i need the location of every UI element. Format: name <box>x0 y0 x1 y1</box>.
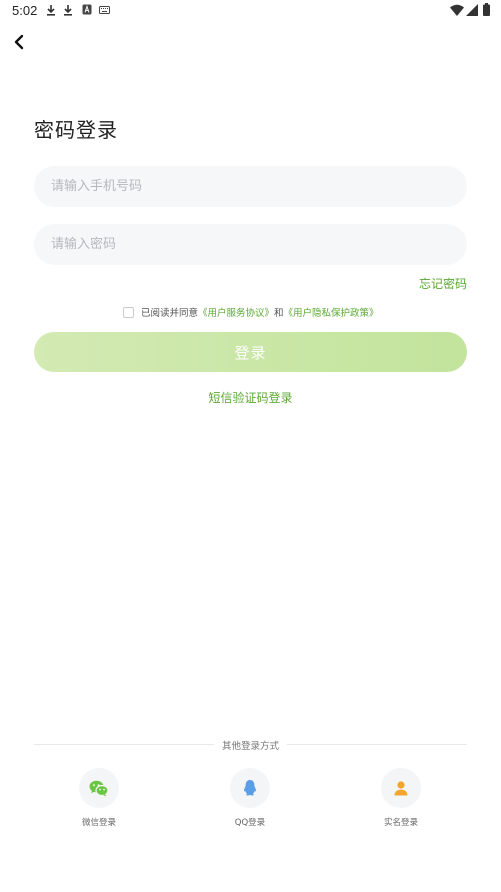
keyboard-icon <box>99 6 110 14</box>
wechat-login-option[interactable]: 微信登录 <box>54 768 144 828</box>
chevron-left-icon <box>14 34 24 50</box>
agreement-row: 已阅读并同意 《用户服务协议》 和 《用户隐私保护政策》 <box>123 305 379 319</box>
qq-login-label: QQ登录 <box>234 818 266 828</box>
qq-login-button[interactable] <box>230 768 270 808</box>
status-bar: 5:02 <box>0 0 501 22</box>
service-agreement-link[interactable]: 《用户服务协议》 <box>198 305 274 319</box>
sms-login-row: 短信验证码登录 <box>0 389 501 406</box>
agreement-checkbox[interactable] <box>123 306 134 318</box>
status-time: 5:02 <box>12 3 38 18</box>
qq-icon <box>243 780 257 796</box>
privacy-policy-link[interactable]: 《用户隐私保护政策》 <box>284 305 379 319</box>
battery-icon <box>483 3 490 16</box>
wechat-login-label: 微信登录 <box>81 818 116 828</box>
other-login-title: 其他登录方式 <box>0 738 501 752</box>
forgot-password-link[interactable]: 忘记密码 <box>419 275 467 292</box>
qq-login-option[interactable]: QQ登录 <box>205 768 295 828</box>
wechat-icon <box>89 780 109 796</box>
text-a-icon <box>82 4 92 15</box>
password-input[interactable] <box>34 224 467 265</box>
realname-login-option[interactable]: 实名登录 <box>356 768 446 828</box>
user-icon <box>394 781 408 796</box>
download-icon <box>47 5 55 16</box>
signal-icon <box>466 4 478 16</box>
download-icon <box>64 5 72 16</box>
realname-login-button[interactable] <box>381 768 421 808</box>
agreement-prefix: 已阅读并同意 <box>141 308 199 319</box>
other-login-title-text: 其他登录方式 <box>215 741 285 752</box>
login-button[interactable]: 登录 <box>34 332 467 372</box>
sms-login-link[interactable]: 短信验证码登录 <box>208 391 292 405</box>
wifi-icon <box>450 4 464 16</box>
agreement-and: 和 <box>274 308 284 319</box>
wechat-login-button[interactable] <box>79 768 119 808</box>
realname-login-label: 实名登录 <box>383 818 418 828</box>
page-title: 密码登录 <box>34 118 118 142</box>
back-button[interactable] <box>10 30 30 54</box>
phone-input[interactable] <box>34 166 467 207</box>
